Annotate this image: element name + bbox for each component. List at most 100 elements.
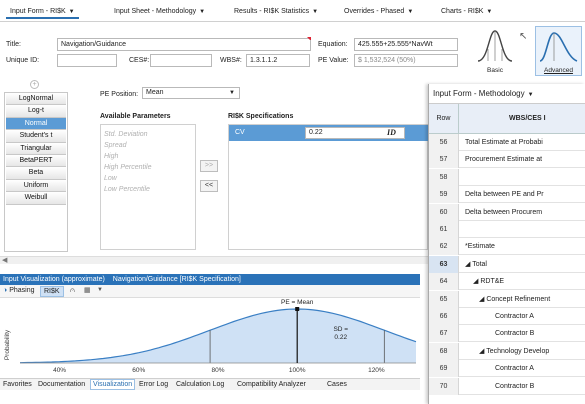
distribution-item-selected[interactable]: Normal bbox=[6, 117, 66, 131]
distribution-item[interactable]: Weibull bbox=[6, 192, 66, 205]
row-number: 65 bbox=[429, 290, 459, 308]
distribution-item[interactable]: Beta bbox=[6, 167, 66, 180]
row-description: ◢ Concept Refinement bbox=[479, 295, 551, 303]
bottom-tab-compatibility-analyzer[interactable]: Compatibility Analyzer bbox=[237, 380, 306, 390]
distribution-item[interactable]: Student's t bbox=[6, 130, 66, 143]
row-description: Total Estimate at Probabi bbox=[465, 139, 543, 146]
wbs-label: WBS#: bbox=[220, 57, 242, 64]
chevron-down-icon[interactable]: ▼ bbox=[407, 9, 413, 15]
chevron-down-icon[interactable]: ▼ bbox=[486, 9, 492, 15]
remove-parameter-button[interactable]: << bbox=[200, 180, 218, 192]
parameter-item: Low Percentile bbox=[104, 186, 150, 193]
visualization-header: Input Visualization (approximate) Naviga… bbox=[0, 274, 420, 285]
table-row[interactable]: 63 ◢ Total bbox=[429, 255, 585, 273]
risk-specifications-table: CV 0.22 ID bbox=[228, 124, 429, 250]
risk-specifications-header: RI$K Specifications bbox=[228, 113, 294, 120]
chevron-down-icon[interactable]: ▼ bbox=[199, 9, 205, 15]
table-row[interactable]: 59 Delta between PE and Pr bbox=[429, 186, 585, 204]
advanced-mode-button[interactable]: Advanced bbox=[535, 26, 582, 76]
chevron-down-icon[interactable]: ▼ bbox=[69, 9, 75, 15]
pe-position-select[interactable]: Mean ▼ bbox=[142, 87, 240, 99]
y-axis-label: Probability bbox=[4, 329, 11, 360]
basic-mode-button[interactable]: Basic bbox=[474, 27, 516, 75]
basic-mode-label: Basic bbox=[487, 67, 503, 74]
parameter-item: Std. Deviation bbox=[104, 131, 148, 138]
skewed-curve-icon bbox=[539, 32, 578, 62]
bottom-tab-error-log[interactable]: Error Log bbox=[139, 380, 168, 390]
row-number: 62 bbox=[429, 238, 459, 256]
distribution-area bbox=[20, 309, 416, 363]
row-number: 57 bbox=[429, 151, 459, 169]
bell-curve-small-icon[interactable]: ⩀ bbox=[70, 287, 75, 295]
add-parameter-button[interactable]: >> bbox=[200, 160, 218, 172]
methodology-panel-title[interactable]: Input Form - Methodology ▼ bbox=[429, 84, 585, 104]
phasing-button[interactable]: ◑ Phasing bbox=[3, 287, 34, 294]
bottom-tab-favorites[interactable]: Favorites bbox=[3, 380, 32, 390]
bottom-tab-visualization[interactable]: Visualization bbox=[90, 379, 136, 390]
chevron-down-icon[interactable]: ▼ bbox=[312, 9, 318, 15]
horizontal-scrollbar[interactable]: ◀ bbox=[0, 256, 428, 264]
table-row[interactable]: 67 Contractor B bbox=[429, 325, 585, 343]
equation-label: Equation: bbox=[318, 41, 348, 48]
title-input[interactable]: Navigation/Guidance bbox=[57, 38, 311, 51]
tab-overrides-phased[interactable]: Overrides - Phased ▼ bbox=[340, 5, 417, 19]
spec-row-label: CV bbox=[235, 129, 245, 136]
table-icon[interactable]: ▦ bbox=[84, 286, 91, 294]
distribution-item[interactable]: Uniform bbox=[6, 179, 66, 193]
row-column-header[interactable]: Row bbox=[429, 104, 459, 134]
row-number: 59 bbox=[429, 186, 459, 204]
wbs-input[interactable]: 1.3.1.1.2 bbox=[246, 54, 310, 67]
wbs-column-header[interactable]: WBS/CES I bbox=[509, 104, 546, 134]
id-badge[interactable]: ID bbox=[387, 128, 396, 137]
table-row[interactable]: 60 Delta between Procurem bbox=[429, 203, 585, 221]
tab-input-sheet-methodology[interactable]: Input Sheet - Methodology ▼ bbox=[110, 5, 209, 19]
bottom-tab-cases[interactable]: Cases bbox=[327, 380, 347, 390]
table-row[interactable]: 57 Procurement Estimate at bbox=[429, 151, 585, 169]
risk-view-button[interactable]: RI$K bbox=[40, 286, 64, 297]
phasing-label: Phasing bbox=[9, 287, 35, 294]
table-row[interactable]: 62 *Estimate bbox=[429, 238, 585, 256]
tab-label: Input Sheet - Methodology bbox=[114, 8, 197, 15]
row-description: Contractor A bbox=[495, 313, 534, 320]
table-row[interactable]: 70 Contractor B bbox=[429, 377, 585, 395]
unique-id-input[interactable] bbox=[57, 54, 117, 67]
distribution-item[interactable]: Log-t bbox=[6, 105, 66, 118]
parameter-item: High bbox=[104, 153, 119, 160]
comment-marker-icon bbox=[307, 37, 311, 41]
table-row[interactable]: 56 Total Estimate at Probabi bbox=[429, 134, 585, 151]
equation-input[interactable]: 425.555+25.555*NavWt bbox=[354, 38, 458, 51]
table-row[interactable]: 68 ◢ Technology Develop bbox=[429, 342, 585, 360]
row-number: 61 bbox=[429, 221, 459, 238]
row-description: Delta between Procurem bbox=[465, 208, 543, 216]
methodology-panel: Input Form - Methodology ▼ Row WBS/CES I … bbox=[428, 84, 585, 404]
visualization-toolbar: ◑ Phasing RI$K ⩀ ▦ ▼ bbox=[0, 285, 420, 298]
bell-curve-icon bbox=[477, 30, 513, 62]
parameter-item: Spread bbox=[104, 142, 127, 149]
spec-row[interactable]: CV 0.22 ID bbox=[229, 125, 429, 141]
scroll-left-icon[interactable]: ◀ bbox=[2, 256, 7, 264]
table-row[interactable]: 65 ◢ Concept Refinement bbox=[429, 290, 585, 308]
distribution-item[interactable]: LogNormal bbox=[6, 93, 66, 106]
ces-input[interactable] bbox=[150, 54, 212, 67]
table-row[interactable]: 64 ◢ RDT&E bbox=[429, 273, 585, 291]
tab-charts-risk[interactable]: Charts - RI$K ▼ bbox=[437, 5, 496, 19]
x-tick-label: 100% bbox=[289, 367, 306, 374]
table-row[interactable]: 58 bbox=[429, 168, 585, 186]
bottom-tab-calculation-log[interactable]: Calculation Log bbox=[176, 380, 224, 390]
table-row[interactable]: 66 Contractor A bbox=[429, 308, 585, 325]
chevron-down-icon[interactable]: ▼ bbox=[528, 92, 534, 98]
distribution-item[interactable]: BetaPERT bbox=[6, 154, 66, 168]
chevron-down-icon[interactable]: ▼ bbox=[97, 287, 103, 293]
tab-results-risk-statistics[interactable]: Results - RI$K Statistics ▼ bbox=[230, 5, 322, 19]
mean-marker bbox=[295, 307, 300, 311]
row-description: Procurement Estimate at bbox=[465, 156, 543, 164]
distribution-chart: Probability 40% 60% 80% 100% 120% PE = Mean … bbox=[4, 299, 417, 374]
x-tick-label: 60% bbox=[132, 367, 145, 374]
add-circle-icon[interactable]: + bbox=[30, 80, 39, 89]
distribution-item[interactable]: Triangular bbox=[6, 142, 66, 155]
bottom-tab-documentation[interactable]: Documentation bbox=[38, 380, 85, 390]
tab-label: Input Form - RI$K bbox=[10, 8, 66, 15]
tab-input-form-risk[interactable]: Input Form - RI$K ▼ bbox=[6, 5, 79, 19]
table-row[interactable]: 69 Contractor A bbox=[429, 360, 585, 378]
table-row[interactable]: 61 bbox=[429, 221, 585, 238]
